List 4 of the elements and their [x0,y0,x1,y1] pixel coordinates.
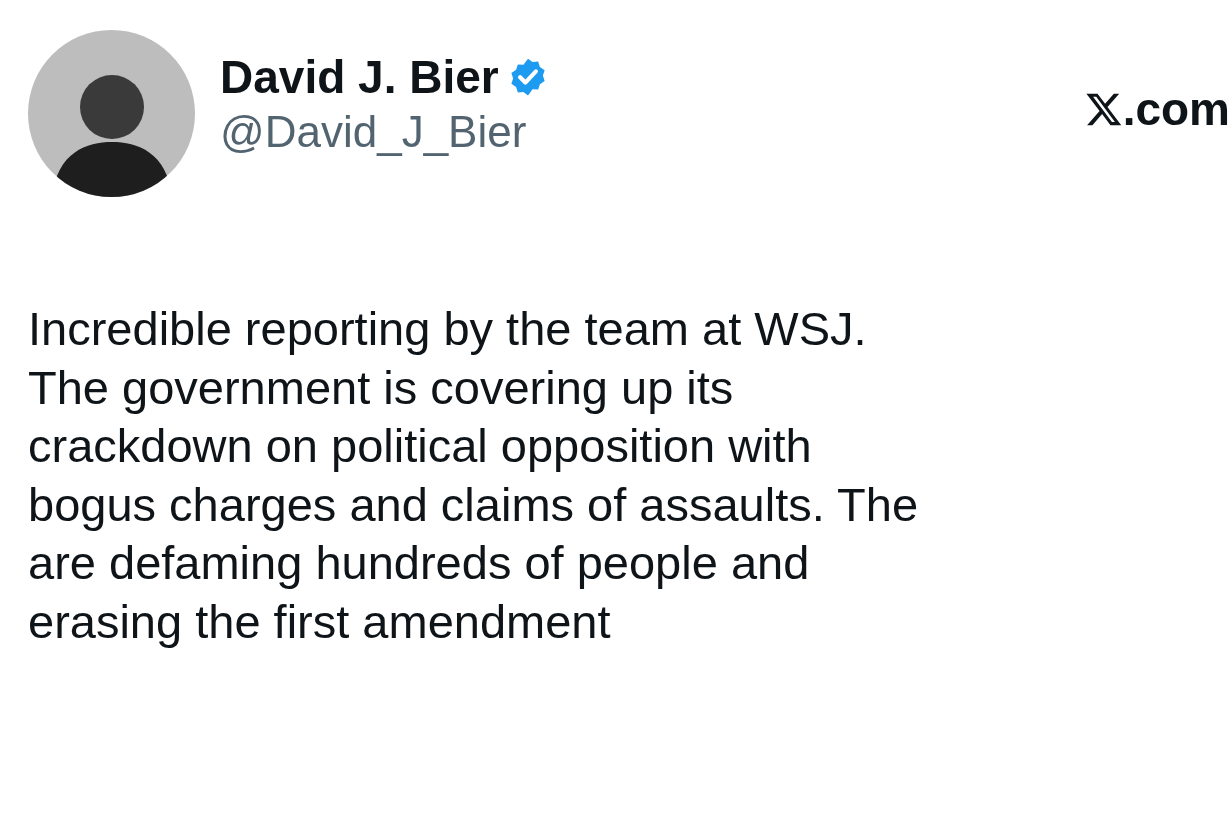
tweet-text: Incredible reporting by the team at WSJ. The government is covering up its crackdown on political opposition with bogus charges and claims of assaults. The are defaming hundreds of people and erasing the first amendment [28,301,919,650]
author-name: David J. Bier [220,50,499,104]
author-handle: @David_J_Bier [220,106,528,158]
source-domain: .com [1122,82,1230,136]
